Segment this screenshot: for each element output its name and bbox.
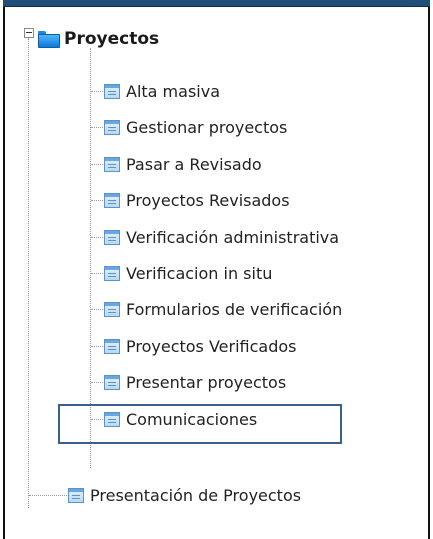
document-icon	[104, 192, 120, 208]
tree-connector-branch	[91, 127, 103, 128]
tree-connector-branch	[91, 382, 103, 383]
document-icon	[104, 338, 120, 354]
tree-node-label: Gestionar proyectos	[126, 117, 288, 137]
tree-node-label: Formularios de verificación	[126, 299, 343, 319]
tree-connector-branch	[91, 164, 103, 165]
tree-node-label: Proyectos Verificados	[126, 336, 297, 356]
tree-node-alta-masiva[interactable]: Alta masiva	[104, 78, 220, 104]
tree-node-label: Verificación administrativa	[126, 227, 340, 247]
tree-connector-branch	[91, 91, 103, 92]
tree-connector-branch	[91, 273, 103, 274]
document-icon	[68, 487, 84, 503]
tree-node-verificación-administrativa[interactable]: Verificación administrativa	[104, 224, 339, 250]
tree-connector-branch	[91, 346, 103, 347]
tree-node-formularios-de-verificación[interactable]: Formularios de verificación	[104, 296, 342, 322]
tree-node-proyectos-revisados[interactable]: Proyectos Revisados	[104, 187, 290, 213]
navigation-tree: Proyectos Alta masiva Gestionar proyectos…	[0, 0, 433, 539]
tree-node-presentacion-de-proyectos[interactable]: Presentación de Proyectos	[68, 482, 301, 508]
document-icon	[104, 301, 120, 317]
folder-icon	[38, 31, 60, 48]
collapse-toggle-icon[interactable]	[24, 28, 34, 38]
tree-connector-sibling	[29, 495, 67, 496]
document-icon	[104, 119, 120, 135]
document-icon	[104, 229, 120, 245]
tree-node-proyectos[interactable]: Proyectos	[38, 26, 159, 52]
tree-node-proyectos-verificados[interactable]: Proyectos Verificados	[104, 333, 297, 359]
tree-connector-branch	[91, 237, 103, 238]
tree-node-verificacion-in-situ[interactable]: Verificacion in situ	[104, 260, 272, 286]
tree-connector-branch	[91, 309, 103, 310]
tree-node-label: Presentación de Proyectos	[90, 485, 302, 505]
tree-node-label: Pasar a Revisado	[126, 154, 262, 174]
tree-node-label: Proyectos	[64, 29, 160, 49]
tree-node-label: Proyectos Revisados	[126, 190, 290, 210]
document-icon	[104, 374, 120, 390]
tree-node-label: Verificacion in situ	[126, 263, 273, 283]
highlight-box	[58, 404, 342, 444]
document-icon	[104, 156, 120, 172]
tree-connector-branch	[91, 200, 103, 201]
tree-node-gestionar-proyectos[interactable]: Gestionar proyectos	[104, 114, 287, 140]
tree-node-label: Alta masiva	[126, 81, 220, 101]
document-icon	[104, 83, 120, 99]
tree-node-pasar-a-revisado[interactable]: Pasar a Revisado	[104, 151, 262, 177]
tree-node-presentar-proyectos[interactable]: Presentar proyectos	[104, 369, 286, 395]
document-icon	[104, 265, 120, 281]
tree-connector-root	[28, 38, 29, 508]
tree-node-label: Presentar proyectos	[126, 372, 287, 392]
